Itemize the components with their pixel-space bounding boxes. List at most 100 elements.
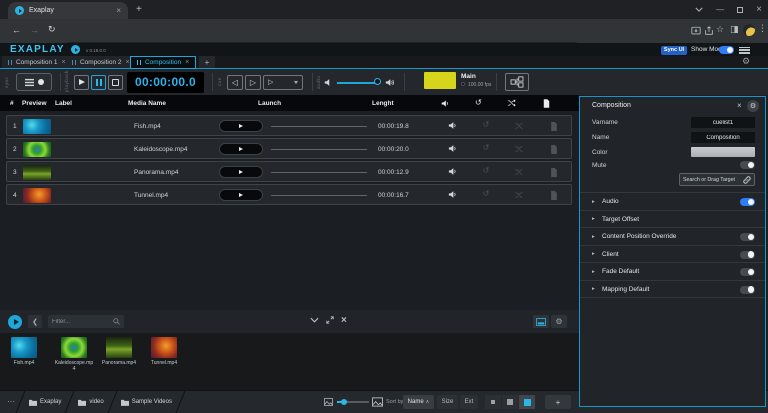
filter-field[interactable]	[48, 315, 124, 328]
pause-button[interactable]	[91, 75, 106, 90]
close-window-button[interactable]: ×	[756, 4, 762, 15]
app-menu-icon[interactable]	[739, 47, 750, 56]
color-swatch[interactable]	[691, 147, 755, 157]
browse-back-button[interactable]: ❮	[28, 315, 42, 328]
install-app-icon[interactable]	[691, 26, 701, 36]
output-preview-swatch[interactable]	[424, 72, 456, 89]
loop-icon[interactable]: ↺	[480, 144, 492, 152]
row-launch-button[interactable]	[219, 166, 263, 178]
file-icon[interactable]	[548, 145, 560, 154]
file-icon[interactable]	[548, 191, 560, 200]
loop-icon[interactable]: ↺	[480, 190, 492, 198]
cue-next-button[interactable]: ▷	[245, 75, 261, 90]
tab-close-icon[interactable]: ×	[126, 59, 130, 66]
collapse-chevron-icon[interactable]	[310, 317, 319, 323]
forward-icon[interactable]: →	[30, 25, 39, 35]
breadcrumb-sample-videos[interactable]: Sample Videos	[113, 391, 180, 413]
row-progress-track[interactable]	[271, 126, 367, 127]
thumbnail-zoom-slider-knob[interactable]	[341, 399, 347, 405]
tab-close-icon[interactable]: ×	[116, 7, 121, 15]
settings-gear-icon[interactable]: ⚙	[742, 57, 750, 67]
view-small-button[interactable]	[485, 395, 501, 409]
mapping-default-toggle[interactable]	[740, 286, 755, 294]
row-progress-track[interactable]	[271, 149, 367, 150]
panel-close-icon[interactable]: ×	[737, 101, 742, 110]
row-launch-button[interactable]	[219, 120, 263, 132]
sort-ext-button[interactable]: Ext	[460, 395, 478, 409]
bookmark-star-icon[interactable]: ☆	[716, 25, 724, 35]
tab-search-chevron-icon[interactable]	[695, 7, 703, 12]
breadcrumb-overflow-icon[interactable]: ⋯	[7, 397, 15, 406]
cue-previous-button[interactable]: ◁	[227, 75, 243, 90]
close-panel-icon[interactable]: ×	[341, 317, 347, 325]
tab-composition-active[interactable]: Composition ×	[130, 56, 196, 69]
bin-item-tunnel[interactable]: Tunnel.mp4	[144, 337, 184, 366]
bin-item-fish[interactable]: Fish.mp4	[4, 337, 44, 366]
media-settings-gear-icon[interactable]: ⚙	[551, 315, 567, 328]
cue-go-dropdown[interactable]: ▷	[263, 75, 303, 90]
shuffle-icon[interactable]	[513, 168, 525, 176]
tab-close-icon[interactable]: ×	[185, 59, 189, 66]
add-media-button[interactable]: +	[545, 395, 571, 409]
section-content-position-override[interactable]: ▸ Content Position Override	[580, 228, 765, 246]
sort-size-button[interactable]: Size	[437, 395, 458, 409]
tab-close-icon[interactable]: ×	[62, 59, 66, 66]
cue-row-4[interactable]: 4 Tunnel.mp4 00:00:16.7 ↺	[6, 184, 572, 205]
browser-menu-kebab-icon[interactable]: ⋮	[758, 24, 767, 34]
show-mode-toggle[interactable]	[719, 46, 734, 54]
mute-toggle[interactable]	[740, 161, 755, 169]
profile-avatar[interactable]	[743, 24, 755, 36]
file-icon[interactable]	[548, 122, 560, 131]
add-composition-tab-button[interactable]: +	[199, 56, 215, 68]
browser-tab[interactable]: Exaplay ×	[8, 2, 128, 19]
row-progress-track[interactable]	[271, 172, 367, 173]
breadcrumb-video[interactable]: video	[70, 391, 111, 413]
client-toggle[interactable]	[740, 251, 755, 259]
section-mapping-default[interactable]: ▸ Mapping Default	[580, 281, 765, 299]
view-large-button[interactable]	[519, 395, 535, 409]
maximize-button[interactable]	[737, 7, 743, 13]
shuffle-icon[interactable]	[513, 145, 525, 153]
sync-record-button[interactable]	[16, 73, 52, 91]
volume-slider-track[interactable]	[337, 82, 379, 84]
name-input[interactable]	[691, 132, 755, 143]
expand-panel-icon[interactable]	[326, 316, 334, 324]
row-launch-button[interactable]	[219, 143, 263, 155]
view-medium-button[interactable]	[502, 395, 518, 409]
panel-settings-gear-icon[interactable]: ⚙	[747, 100, 759, 112]
cue-row-2[interactable]: 2 Kaleidoscope.mp4 00:00:20.0 ↺	[6, 138, 572, 159]
sort-name-button[interactable]: Name ∧	[403, 395, 434, 409]
share-icon[interactable]	[704, 26, 714, 36]
breadcrumb-exaplay[interactable]: Exaplay	[21, 391, 69, 413]
audio-toggle[interactable]	[740, 198, 755, 206]
volume-icon[interactable]	[447, 190, 459, 199]
section-fade-default[interactable]: ▸ Fade Default	[580, 263, 765, 281]
volume-slider-knob[interactable]	[374, 78, 381, 85]
thumbnail-view-button[interactable]	[533, 315, 549, 328]
back-icon[interactable]: ←	[12, 25, 21, 35]
tab-composition-2[interactable]: Composition 2 ×	[66, 56, 136, 68]
sync-ui-button[interactable]: Sync UI	[661, 46, 687, 55]
cue-row-3[interactable]: 3 Panorama.mp4 00:00:12.9 ↺	[6, 161, 572, 182]
cue-row-1[interactable]: 1 Fish.mp4 00:00:19.8 ↺	[6, 115, 572, 136]
fade-default-toggle[interactable]	[740, 268, 755, 276]
minimize-button[interactable]: —	[716, 5, 724, 14]
volume-icon[interactable]	[447, 167, 459, 176]
volume-icon[interactable]	[447, 144, 459, 153]
stop-button[interactable]	[108, 75, 123, 90]
shuffle-icon[interactable]	[513, 122, 525, 130]
refresh-icon[interactable]: ↻	[48, 25, 56, 35]
shuffle-icon[interactable]	[513, 191, 525, 199]
filter-input[interactable]	[52, 319, 113, 325]
side-panel-icon[interactable]: ◨	[730, 25, 739, 35]
loop-icon[interactable]: ↺	[480, 167, 492, 175]
content-position-override-toggle[interactable]	[740, 233, 755, 241]
row-progress-track[interactable]	[271, 195, 367, 196]
search-or-drag-target-button[interactable]: Search or Drag Target	[679, 173, 755, 186]
tab-composition-1[interactable]: Composition 1 ×	[2, 56, 72, 68]
section-client[interactable]: ▸ Client	[580, 246, 765, 264]
file-icon[interactable]	[548, 168, 560, 177]
output-routing-button[interactable]	[505, 73, 529, 91]
loop-icon[interactable]: ↺	[480, 121, 492, 129]
new-tab-button[interactable]: +	[136, 4, 142, 15]
